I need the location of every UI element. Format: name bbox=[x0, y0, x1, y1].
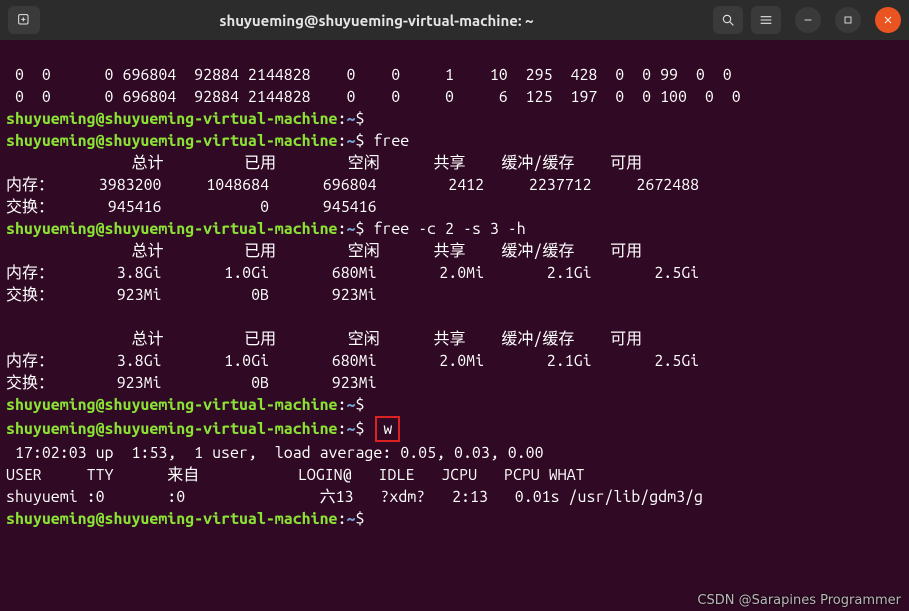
prompt-sep: : bbox=[338, 396, 347, 414]
close-button[interactable] bbox=[875, 7, 901, 33]
prompt-sep: : bbox=[338, 132, 347, 150]
prompt-sigil: $ bbox=[355, 110, 364, 128]
freeh-header-2: 总计 已用 空闲 共享 缓冲/缓存 可用 bbox=[6, 330, 642, 348]
prompt-user: shuyueming@shuyueming-virtual-machine bbox=[6, 510, 338, 528]
w-row: shuyuemi :0 :0 六13 ?xdm? 2:13 0.01s /usr… bbox=[6, 488, 703, 506]
cmd-w-highlighted: w bbox=[375, 416, 400, 442]
freeh-mem-1: 内存： 3.8Gi 1.0Gi 680Mi 2.0Mi 2.1Gi 2.5Gi bbox=[6, 264, 699, 282]
search-icon bbox=[720, 12, 736, 28]
free-mem: 内存： 3983200 1048684 696804 2412 2237712 … bbox=[6, 176, 699, 194]
close-icon bbox=[882, 14, 894, 26]
vmstat-row-1: 0 0 0 696804 92884 2144828 0 0 1 10 295 … bbox=[6, 66, 732, 84]
freeh-swap-1: 交换： 923Mi 0B 923Mi bbox=[6, 286, 377, 304]
terminal-body[interactable]: 0 0 0 696804 92884 2144828 0 0 1 10 295 … bbox=[0, 40, 909, 611]
prompt-sigil: $ bbox=[355, 510, 364, 528]
new-tab-button[interactable] bbox=[8, 6, 40, 34]
cmd-w: w bbox=[383, 420, 392, 438]
free-header: 总计 已用 空闲 共享 缓冲/缓存 可用 bbox=[6, 154, 642, 172]
minimize-button[interactable] bbox=[795, 7, 821, 33]
minimize-icon bbox=[802, 14, 814, 26]
freeh-header-1: 总计 已用 空闲 共享 缓冲/缓存 可用 bbox=[6, 242, 642, 260]
cmd-free: free bbox=[364, 132, 409, 150]
menu-button[interactable] bbox=[751, 6, 781, 34]
titlebar: shuyueming@shuyueming-virtual-machine: ~ bbox=[0, 0, 909, 40]
vmstat-row-2: 0 0 0 696804 92884 2144828 0 0 0 6 125 1… bbox=[6, 88, 741, 106]
prompt-user: shuyueming@shuyueming-virtual-machine bbox=[6, 132, 338, 150]
prompt-sep: : bbox=[338, 110, 347, 128]
prompt-user: shuyueming@shuyueming-virtual-machine bbox=[6, 110, 338, 128]
w-uptime: 17:02:03 up 1:53, 1 user, load average: … bbox=[6, 444, 544, 462]
prompt-user: shuyueming@shuyueming-virtual-machine bbox=[6, 420, 338, 438]
hamburger-icon bbox=[758, 12, 774, 28]
prompt-sep: : bbox=[338, 510, 347, 528]
prompt-user: shuyueming@shuyueming-virtual-machine bbox=[6, 396, 338, 414]
cmd-free-h: free -c 2 -s 3 -h bbox=[364, 220, 525, 238]
prompt-sep: : bbox=[338, 420, 347, 438]
prompt-user: shuyueming@shuyueming-virtual-machine bbox=[6, 220, 338, 238]
watermark: CSDN @Sarapines Programmer bbox=[697, 593, 901, 609]
w-header: USER TTY 来自 LOGIN@ IDLE JCPU PCPU WHAT bbox=[6, 466, 585, 484]
window-title: shuyueming@shuyueming-virtual-machine: ~ bbox=[48, 13, 705, 28]
new-tab-icon bbox=[16, 12, 32, 28]
free-swap: 交换： 945416 0 945416 bbox=[6, 198, 377, 216]
prompt-sigil: $ bbox=[355, 420, 364, 438]
maximize-icon bbox=[842, 14, 854, 26]
freeh-mem-2: 内存： 3.8Gi 1.0Gi 680Mi 2.0Mi 2.1Gi 2.5Gi bbox=[6, 352, 699, 370]
prompt-sep: : bbox=[338, 220, 347, 238]
search-button[interactable] bbox=[713, 6, 743, 34]
freeh-swap-2: 交换： 923Mi 0B 923Mi bbox=[6, 374, 377, 392]
terminal-window: shuyueming@shuyueming-virtual-machine: ~… bbox=[0, 0, 909, 611]
maximize-button[interactable] bbox=[835, 7, 861, 33]
prompt-sigil: $ bbox=[355, 396, 364, 414]
